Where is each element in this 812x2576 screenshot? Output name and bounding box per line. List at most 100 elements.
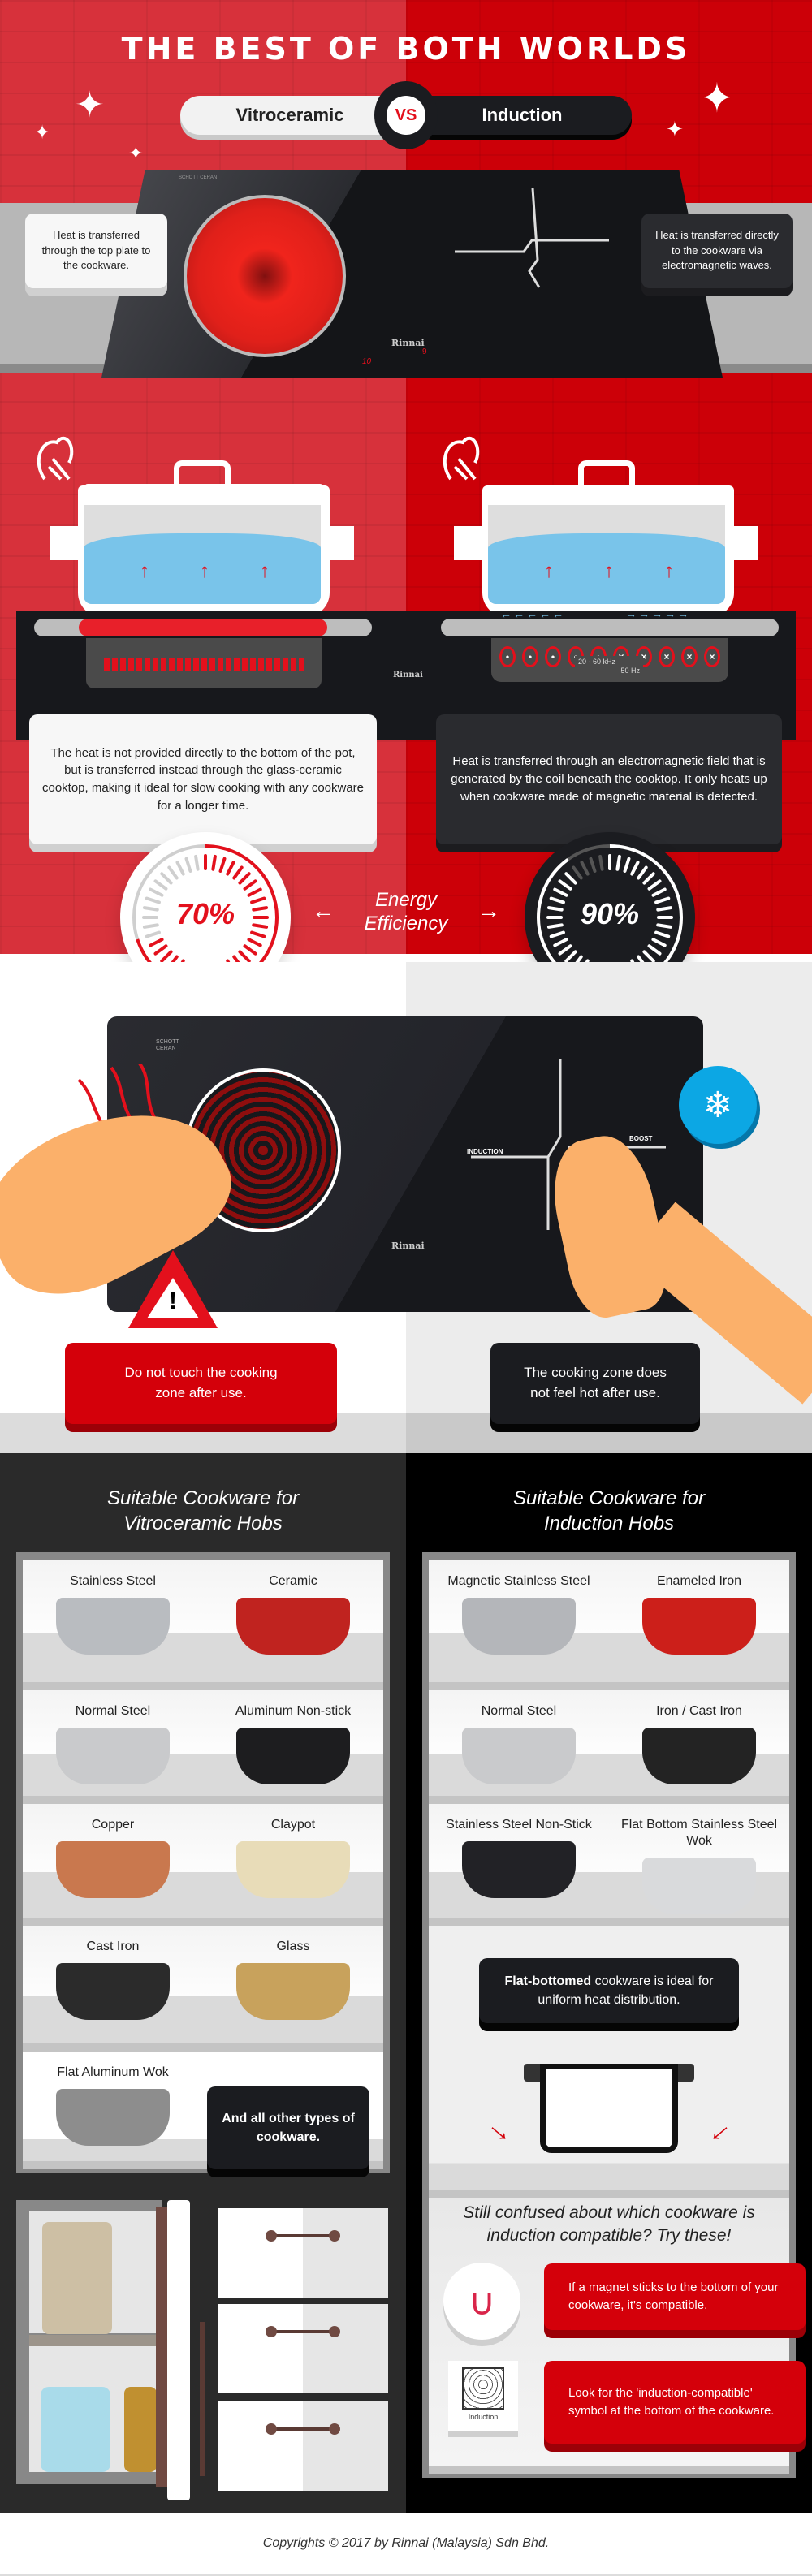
gauge-tick xyxy=(243,944,257,956)
zone-label-boost: BOOST xyxy=(629,1135,653,1142)
brand-logo: Rinnai xyxy=(391,1241,425,1251)
sparkle-icon: ✦ xyxy=(75,85,105,125)
cookware-item: Normal Steel xyxy=(429,1690,609,1784)
magnet-tip: If a magnet sticks to the bottom of your… xyxy=(544,2263,806,2330)
gauge-tick xyxy=(247,938,262,947)
cookware-label: Stainless Steel xyxy=(70,1574,156,1588)
pot-inner xyxy=(84,505,321,604)
pot-inner xyxy=(488,505,725,604)
energy-efficiency-label: Energy Efficiency xyxy=(364,889,448,934)
frequency-high: 20 - 60 kHz xyxy=(578,658,616,666)
gauge-tick xyxy=(160,950,173,963)
cookware-label: Flat Aluminum Wok xyxy=(57,2065,169,2079)
pot-handle-left xyxy=(454,526,486,560)
cool-snowflake-icon: ❄ xyxy=(679,1066,757,1144)
gauge-tick xyxy=(564,950,577,963)
sparkle-icon: ✦ xyxy=(34,122,51,144)
pot-handle-top xyxy=(578,460,635,486)
cookware-image xyxy=(56,1963,170,2020)
cookware-image xyxy=(462,1841,576,1898)
gauge-tick xyxy=(553,938,568,947)
all-cookware-note: And all other types of cookware. xyxy=(207,2086,369,2169)
heating-coils xyxy=(104,658,305,671)
flat-bottom-note: Flat-bottomed cookware is ideal for unif… xyxy=(479,1958,739,2023)
field-arrows-left: ←←←←← xyxy=(500,607,565,620)
induction-explanation: Heat is transferred through an electroma… xyxy=(436,714,782,844)
heat-arrow-icon: ↑ xyxy=(604,560,614,582)
cookware-label: Normal Steel xyxy=(481,1704,557,1718)
field-arrows-right: →→→→→ xyxy=(625,607,690,620)
gauge-tick xyxy=(553,887,568,897)
arrow-left-icon: ← xyxy=(312,898,335,923)
magnet-icon: ∪ xyxy=(443,2263,520,2340)
cookware-label: Glass xyxy=(276,1940,310,1953)
heat-arrow-icon: ↑ xyxy=(260,560,270,582)
gauge-tick xyxy=(232,865,244,880)
heat-arrow-icon: ↑ xyxy=(200,560,209,582)
gauge-tick xyxy=(226,861,235,876)
sparkle-icon: ✦ xyxy=(700,76,734,121)
sparkle-icon: ✦ xyxy=(128,143,144,163)
gauge-tick xyxy=(167,865,179,880)
gauge-tick xyxy=(558,944,572,956)
heat-arrow-icon: ↑ xyxy=(140,560,149,582)
cookware-item: Copper xyxy=(23,1804,203,1898)
gauge-tick xyxy=(630,861,640,876)
symbol-tip: Look for the 'induction-compatible' symb… xyxy=(544,2361,806,2444)
arrow-right-icon: → xyxy=(477,898,500,923)
cookware-item: Aluminum Non-stick xyxy=(203,1690,383,1784)
gauge-tick xyxy=(549,930,565,938)
vitro-cookware-header: Suitable Cookware for Vitroceramic Hobs xyxy=(106,1487,300,1535)
induction-safety-note: The cooking zone does not feel hot after… xyxy=(490,1343,700,1424)
cookware-label: Iron / Cast Iron xyxy=(656,1704,742,1718)
pot-handle-top xyxy=(174,460,231,486)
gauge-tick xyxy=(654,930,671,938)
gauge-tick xyxy=(247,887,262,897)
cookware-label: Claypot xyxy=(270,1818,316,1832)
gauge-tick xyxy=(243,879,257,891)
cookware-item: Stainless Steel Non-Stick xyxy=(429,1804,609,1898)
gauge-tick xyxy=(580,861,590,876)
gauge-tick xyxy=(145,930,161,938)
cookware-item: Normal Steel xyxy=(23,1690,203,1784)
gauge-tick xyxy=(153,879,168,891)
cookware-item: Magnetic Stainless Steel xyxy=(429,1560,609,1655)
induction-cookware-header: Suitable Cookware for Induction Hobs xyxy=(512,1487,706,1535)
sparkle-icon: ✦ xyxy=(666,117,684,141)
induction-tab: Induction xyxy=(412,96,632,135)
gauge-tick xyxy=(637,865,648,880)
gauge-tick xyxy=(651,887,667,897)
jar-icon xyxy=(41,2387,110,2472)
induction-heat-callout: Heat is transferred directly to the cook… xyxy=(641,214,793,288)
cookware-image xyxy=(462,1598,576,1655)
cookware-item: Claypot xyxy=(203,1804,383,1898)
jar-icon xyxy=(124,2387,157,2472)
cookware-label: Enameled Iron xyxy=(656,1574,742,1588)
gauge-tick xyxy=(153,944,168,956)
glass-brand: SCHOTT CERAN xyxy=(156,1039,179,1051)
gauge-tick xyxy=(647,944,662,956)
cookware-label: Normal Steel xyxy=(75,1704,151,1718)
gauge-tick xyxy=(218,857,227,873)
steam-icon xyxy=(37,436,74,481)
cookware-item: Ceramic xyxy=(203,1560,383,1655)
vs-badge: VS xyxy=(374,81,438,149)
pot-handle-right xyxy=(726,526,758,560)
gauge-tick xyxy=(651,938,667,947)
heating-zone-icon xyxy=(184,195,346,357)
frequency-low: 50 Hz xyxy=(620,666,640,675)
display-right: 9 xyxy=(422,347,427,356)
tips-heading: Still confused about which cookware is i… xyxy=(463,2203,755,2246)
pantry-cabinet-illustration xyxy=(16,2200,390,2500)
induction-symbol-icon: Induction xyxy=(448,2361,518,2431)
gauge-tick xyxy=(211,854,217,871)
cookware-label: Aluminum Non-stick xyxy=(235,1704,352,1718)
zone-label-induction: INDUCTION xyxy=(467,1148,503,1155)
cookware-image xyxy=(236,1598,350,1655)
induction-cookware-shelf: Magnetic Stainless Steel Enameled Iron Nor… xyxy=(422,1552,806,2478)
gauge-tick xyxy=(238,872,251,885)
gauge-tick xyxy=(564,872,577,885)
cookware-item: Stainless Steel xyxy=(23,1560,203,1655)
cookware-image xyxy=(56,1598,170,1655)
glass-brand: SCHOTT CERAN xyxy=(179,175,218,180)
